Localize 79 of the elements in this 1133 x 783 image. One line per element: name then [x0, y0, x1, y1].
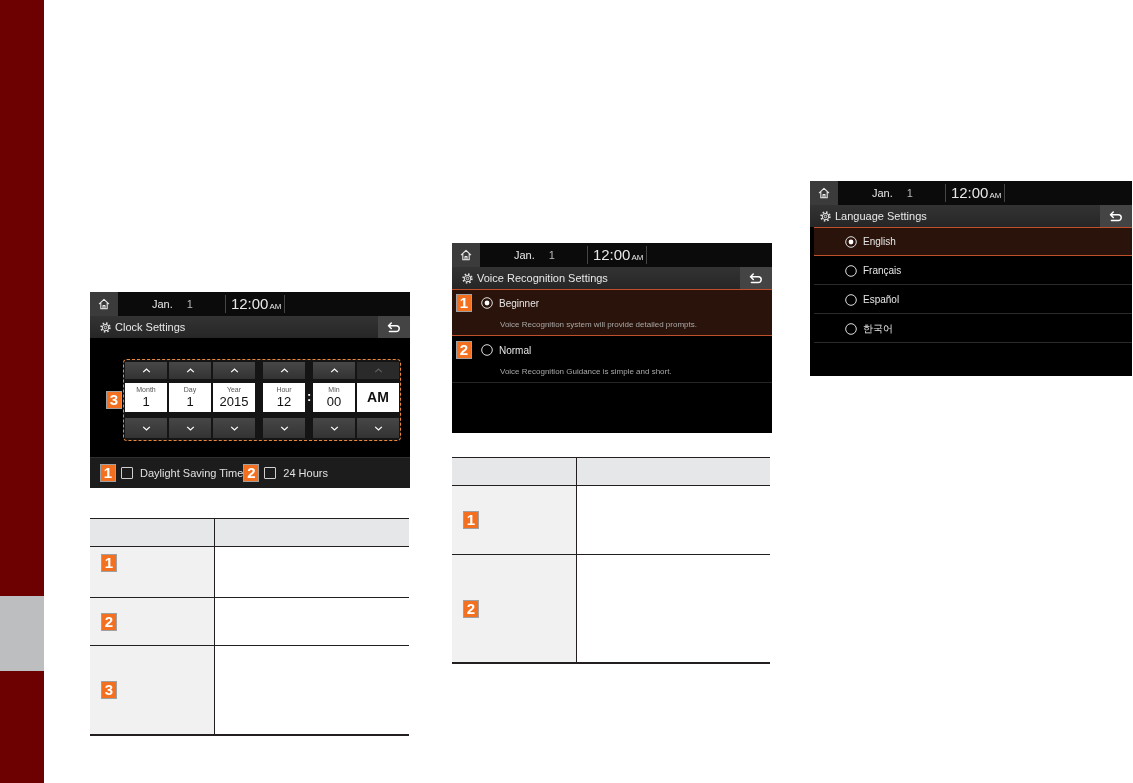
date-month: Jan.	[872, 187, 893, 199]
chevron-up-icon	[373, 368, 383, 373]
screen-title: Voice Recognition Settings	[477, 272, 608, 284]
chevron-up-icon	[279, 368, 289, 373]
chevron-down-icon	[279, 425, 289, 431]
option-label: Normal	[499, 344, 532, 356]
back-icon	[749, 272, 763, 284]
option-label: Beginner	[499, 297, 540, 309]
meridiem-label: AM	[269, 302, 282, 311]
callout-marker: 3	[106, 391, 122, 409]
field-value: 1	[142, 394, 150, 409]
chevron-up-icon	[229, 368, 239, 373]
list-item[interactable]: 2 Normal Voice Recognition Guidance is simple and short.	[452, 336, 772, 383]
radio-button[interactable]	[481, 297, 493, 309]
list-item[interactable]: English	[814, 227, 1132, 256]
clock-time: 12:00	[230, 295, 269, 313]
chevron-down-icon	[229, 425, 239, 431]
clock-time: 12:00	[592, 246, 631, 264]
callout-marker: 2	[456, 341, 472, 359]
home-button[interactable]	[810, 181, 838, 205]
list-item[interactable]: 1 Beginner Voice Recognition system will provide detailed prompts.	[452, 289, 772, 336]
settings-icon	[100, 321, 111, 333]
radio-button[interactable]	[845, 293, 857, 306]
back-icon	[387, 321, 401, 333]
date-month: Jan.	[152, 298, 173, 310]
callout-marker: 3	[101, 681, 117, 699]
option-description: Voice Recognition system will provide detailed prompts.	[500, 320, 698, 329]
checkbox[interactable]	[264, 467, 277, 479]
checkbox[interactable]	[121, 467, 133, 479]
option-label: Daylight Saving Time	[140, 467, 244, 479]
radio-button[interactable]	[845, 322, 857, 335]
chevron-down-icon	[141, 425, 151, 431]
chevron-down-icon	[329, 425, 339, 431]
callout-marker: 2	[243, 464, 260, 482]
callout-marker: 1	[101, 554, 117, 572]
meridiem-label: AM	[631, 253, 644, 262]
field-value: 1	[186, 394, 194, 409]
back-button[interactable]	[378, 316, 410, 338]
field-value: 00	[326, 394, 342, 409]
settings-icon	[462, 272, 473, 284]
back-button[interactable]	[740, 267, 772, 289]
chevron-down-icon	[185, 425, 195, 431]
callout-marker: 1	[456, 294, 472, 312]
radio-button[interactable]	[845, 235, 857, 248]
back-button[interactable]	[1100, 205, 1132, 227]
screen-title: Clock Settings	[115, 321, 186, 333]
date-day: 1	[186, 298, 193, 310]
callout-marker: 2	[101, 612, 117, 631]
date-month: Jan.	[514, 249, 535, 261]
screen-title: Language Settings	[835, 210, 927, 222]
field-value: 12	[276, 394, 292, 409]
chevron-up-icon	[329, 368, 339, 373]
time-separator: :	[307, 388, 311, 406]
home-icon	[818, 187, 830, 199]
back-icon	[1109, 210, 1123, 222]
list-item[interactable]: Français	[814, 256, 1132, 285]
callout-marker: 1	[100, 464, 116, 482]
callout-marker: 1	[463, 511, 479, 529]
meridiem-label: AM	[989, 191, 1002, 200]
home-button[interactable]	[90, 292, 118, 316]
date-day: 1	[906, 187, 913, 199]
chevron-up-icon	[185, 368, 195, 373]
home-icon	[460, 249, 472, 261]
chevron-down-icon	[373, 425, 383, 431]
callout-marker: 2	[463, 599, 479, 618]
list-item[interactable]: 한국어	[814, 314, 1132, 343]
list-item[interactable]: Español	[814, 285, 1132, 314]
radio-button[interactable]	[845, 264, 857, 277]
field-value: AM	[367, 390, 389, 405]
home-icon	[98, 298, 110, 310]
date-day: 1	[548, 249, 555, 261]
clock-time: 12:00	[950, 184, 989, 202]
field-value: 2015	[219, 394, 249, 409]
home-button[interactable]	[452, 243, 480, 267]
radio-button[interactable]	[481, 344, 493, 356]
chevron-up-icon	[141, 368, 151, 373]
option-description: Voice Recognition Guidance is simple and short.	[500, 367, 673, 376]
settings-icon	[820, 210, 831, 222]
option-label: 24 Hours	[283, 467, 328, 479]
